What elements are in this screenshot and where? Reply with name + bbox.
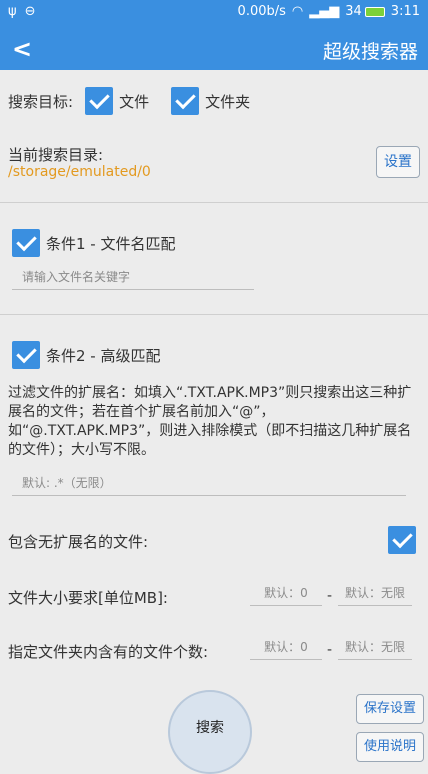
clock: 3:11: [390, 4, 420, 19]
filename-keyword-input[interactable]: 请输入文件名关键字: [12, 268, 254, 290]
count-min-input[interactable]: 默认：0: [250, 638, 322, 660]
wifi-icon: ◠: [291, 4, 304, 19]
battery-icon: [364, 6, 385, 17]
battery-level: 34: [345, 4, 362, 19]
condition1-label: 条件1 - 文件名匹配: [46, 234, 176, 253]
app-bar: < 超级搜索器: [0, 26, 428, 70]
settings-button[interactable]: 设置: [376, 146, 420, 178]
search-target-row: 搜索目标: 文件 文件夹: [8, 86, 250, 116]
current-dir-path: /storage/emulated/0: [8, 164, 151, 180]
no-extension-label: 包含无扩展名的文件:: [8, 533, 149, 551]
battery-indicator: 34: [345, 4, 385, 19]
search-button[interactable]: 搜索: [168, 690, 252, 774]
extension-input[interactable]: 默认: .*（无限）: [12, 474, 406, 496]
signal-icon: ▂▄▆: [309, 4, 340, 19]
back-icon[interactable]: <: [12, 35, 32, 63]
size-max-input[interactable]: 默认：无限: [338, 584, 412, 606]
condition2-checkbox[interactable]: [12, 341, 40, 369]
condition2-row: 条件2 - 高级匹配: [12, 340, 161, 370]
condition1-row: 条件1 - 文件名匹配: [12, 228, 176, 258]
file-checkbox[interactable]: [85, 87, 114, 115]
sync-icon: ⊖: [24, 4, 36, 19]
size-range-dash: -: [327, 588, 333, 604]
save-settings-button[interactable]: 保存设置: [356, 694, 424, 724]
condition1-checkbox[interactable]: [12, 229, 40, 257]
size-min-input[interactable]: 默认：0: [250, 584, 322, 606]
help-button[interactable]: 使用说明: [356, 732, 424, 762]
count-max-input[interactable]: 默认：无限: [338, 638, 412, 660]
file-size-label: 文件大小要求[单位MB]:: [8, 589, 168, 607]
search-target-label: 搜索目标:: [8, 92, 74, 111]
divider: [0, 314, 428, 315]
network-speed: 0.00b/s: [237, 4, 286, 19]
usb-icon: ψ: [8, 4, 17, 19]
extension-filter-description: 过滤文件的扩展名：如填入“.TXT.APK.MP3”则只搜索出这三种扩展名的文件…: [8, 385, 412, 458]
file-checkbox-label: 文件: [119, 92, 150, 111]
folder-checkbox-label: 文件夹: [205, 92, 251, 111]
file-count-label: 指定文件夹内含有的文件个数:: [8, 643, 209, 661]
current-dir-label: 当前搜索目录:: [8, 146, 104, 164]
status-bar: ψ ⊖ 0.00b/s ◠ ▂▄▆ 34 3:11: [0, 0, 428, 26]
divider: [0, 202, 428, 203]
page-title: 超级搜索器: [322, 41, 418, 63]
no-extension-checkbox[interactable]: [388, 526, 416, 554]
count-range-dash: -: [327, 642, 333, 658]
folder-checkbox[interactable]: [171, 87, 200, 115]
condition2-label: 条件2 - 高级匹配: [46, 346, 161, 365]
